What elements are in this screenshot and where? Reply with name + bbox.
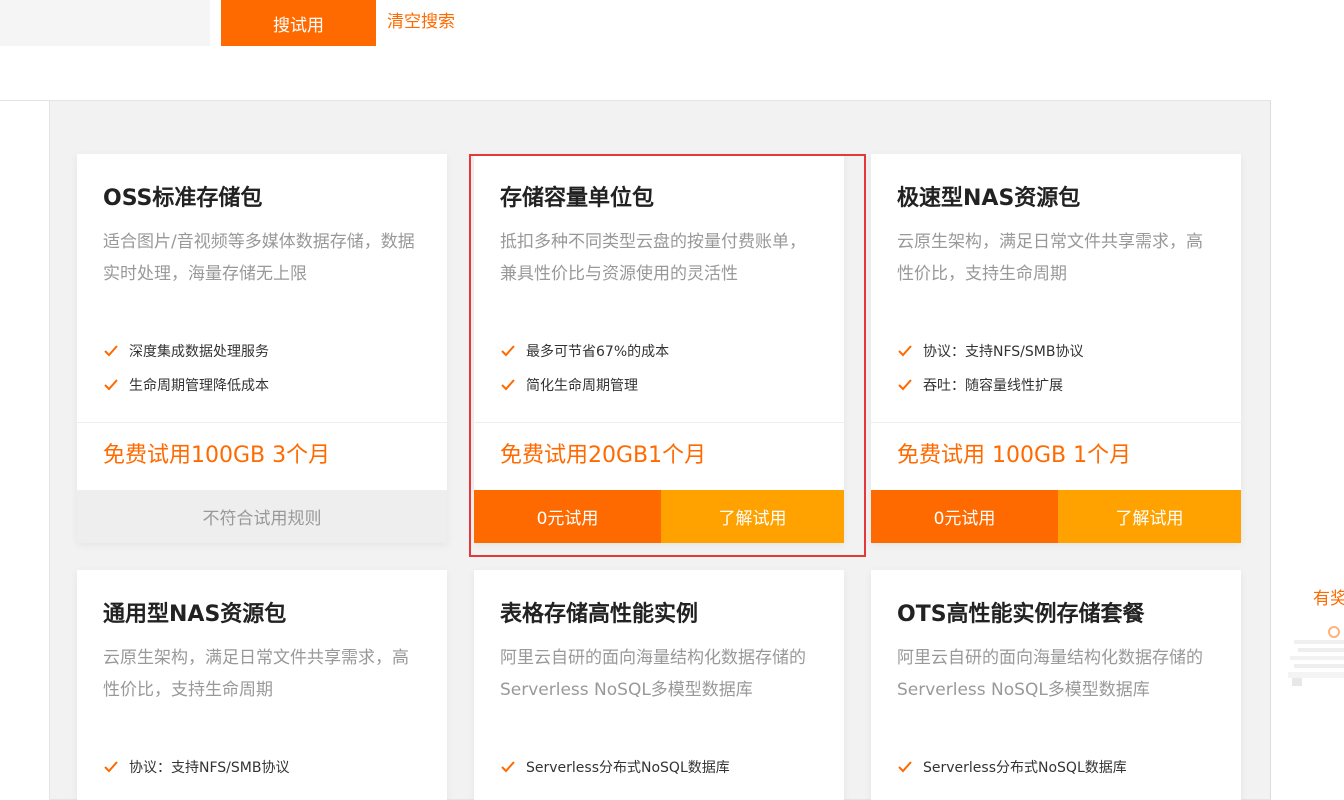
clear-search-link[interactable]: 清空搜索 bbox=[387, 7, 455, 32]
product-card-nas-general: 通用型NAS资源包 云原生架构，满足日常文件共享需求，高性价比，支持生命周期 协… bbox=[77, 570, 447, 800]
product-card-nas-extreme: 极速型NAS资源包 云原生架构，满足日常文件共享需求，高性价比，支持生命周期 协… bbox=[871, 154, 1241, 543]
card-description: 阿里云自研的面向海量结构化数据存储的Serverless NoSQL多模型数据库 bbox=[897, 648, 1203, 700]
card-description: 云原生架构，满足日常文件共享需求，高性价比，支持生命周期 bbox=[897, 232, 1203, 284]
trial-offer: 免费试用 100GB 1个月 bbox=[897, 443, 1132, 468]
card-description: 适合图片/音视频等多媒体数据存储，数据实时处理，海量存储无上限 bbox=[103, 232, 415, 284]
product-card-ots: OTS高性能实例存储套餐 阿里云自研的面向海量结构化数据存储的Serverles… bbox=[871, 570, 1241, 800]
feature-item: 深度集成数据处理服务 bbox=[103, 341, 269, 361]
card-description: 云原生架构，满足日常文件共享需求，高性价比，支持生命周期 bbox=[103, 648, 409, 700]
reward-label: 有奖 bbox=[1313, 589, 1344, 609]
left-gutter bbox=[0, 100, 49, 800]
product-card-oss: OSS标准存储包 适合图片/音视频等多媒体数据存储，数据实时处理，海量存储无上限… bbox=[77, 154, 447, 543]
feature-item: Serverless分布式NoSQL数据库 bbox=[897, 757, 1127, 777]
check-icon bbox=[897, 377, 913, 393]
feature-item: 协议：支持NFS/SMB协议 bbox=[897, 341, 1083, 361]
card-title: OTS高性能实例存储套餐 bbox=[897, 602, 1145, 627]
check-icon bbox=[897, 343, 913, 359]
reward-widget[interactable]: 有奖 bbox=[1284, 582, 1344, 692]
learn-trial-button[interactable]: 了解试用 bbox=[661, 490, 844, 543]
divider bbox=[871, 422, 1241, 423]
card-title: 极速型NAS资源包 bbox=[897, 186, 1081, 211]
search-input-area[interactable] bbox=[0, 0, 210, 46]
card-title: 存储容量单位包 bbox=[500, 186, 655, 211]
feature-item: 简化生命周期管理 bbox=[500, 375, 638, 395]
feature-item: Serverless分布式NoSQL数据库 bbox=[500, 757, 730, 777]
check-icon bbox=[103, 377, 119, 393]
action-row: 不符合试用规则 bbox=[77, 490, 447, 543]
free-trial-button[interactable]: 0元试用 bbox=[871, 490, 1058, 543]
ineligible-button: 不符合试用规则 bbox=[77, 490, 447, 543]
learn-trial-button[interactable]: 了解试用 bbox=[1058, 490, 1241, 543]
check-icon bbox=[500, 759, 516, 775]
divider bbox=[474, 422, 844, 423]
trial-offer: 免费试用20GB1个月 bbox=[500, 443, 707, 468]
card-description: 抵扣多种不同类型云盘的按量付费账单，兼具性价比与资源使用的灵活性 bbox=[500, 232, 806, 284]
divider bbox=[77, 422, 447, 423]
check-icon bbox=[103, 759, 119, 775]
card-description: 阿里云自研的面向海量结构化数据存储的Serverless NoSQL多模型数据库 bbox=[500, 648, 806, 700]
feature-item: 最多可节省67%的成本 bbox=[500, 341, 669, 361]
feature-item: 协议：支持NFS/SMB协议 bbox=[103, 757, 289, 777]
feature-item: 吞吐：随容量线性扩展 bbox=[897, 375, 1063, 395]
card-title: OSS标准存储包 bbox=[103, 186, 263, 211]
action-row: 0元试用 了解试用 bbox=[871, 490, 1241, 543]
check-icon bbox=[500, 343, 516, 359]
card-title: 通用型NAS资源包 bbox=[103, 602, 287, 627]
trial-offer: 免费试用100GB 3个月 bbox=[103, 443, 331, 468]
check-icon bbox=[500, 377, 516, 393]
card-title: 表格存储高性能实例 bbox=[500, 602, 699, 627]
feature-item: 生命周期管理降低成本 bbox=[103, 375, 269, 395]
check-icon bbox=[897, 759, 913, 775]
product-card-storage-capacity-unit: 存储容量单位包 抵扣多种不同类型云盘的按量付费账单，兼具性价比与资源使用的灵活性… bbox=[474, 154, 844, 543]
check-icon bbox=[103, 343, 119, 359]
product-card-tablestore: 表格存储高性能实例 阿里云自研的面向海量结构化数据存储的Serverless N… bbox=[474, 570, 844, 800]
free-trial-button[interactable]: 0元试用 bbox=[474, 490, 661, 543]
search-trial-button[interactable]: 搜试用 bbox=[221, 0, 376, 46]
action-row: 0元试用 了解试用 bbox=[474, 490, 844, 543]
reward-illustration-icon bbox=[1288, 626, 1344, 686]
